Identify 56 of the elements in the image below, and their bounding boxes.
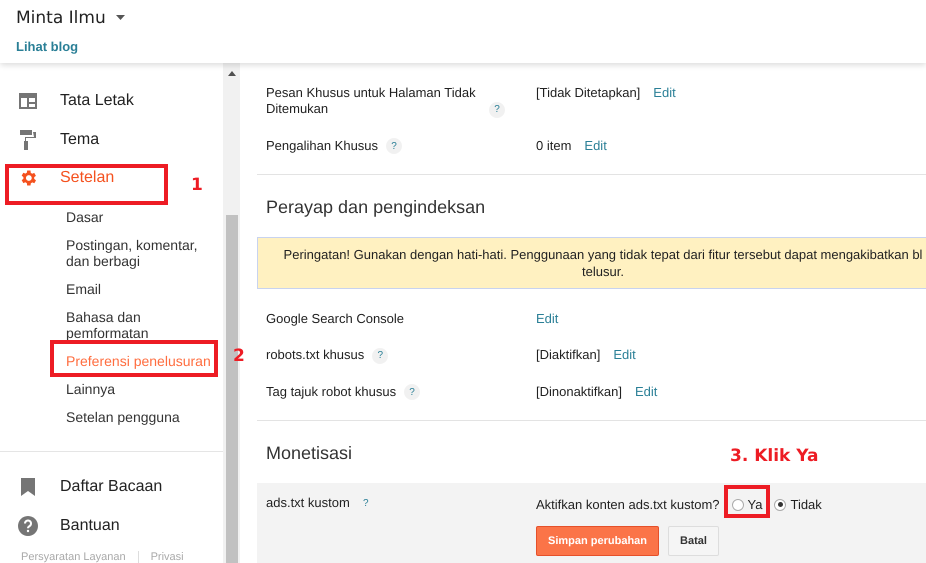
nav-subitem[interactable]: Preferensi penelusuran bbox=[66, 347, 211, 376]
nav-subitem[interactable]: Bahasa dan pemformatan bbox=[66, 303, 211, 348]
footer-link[interactable]: Privasi bbox=[150, 550, 184, 563]
nav-item[interactable]: Bantuan bbox=[0, 506, 130, 545]
help-badge[interactable]: ? bbox=[358, 496, 374, 512]
radio-button[interactable] bbox=[774, 498, 786, 511]
setting-value: [Diaktifkan] bbox=[536, 347, 600, 362]
edit-link[interactable]: Edit bbox=[635, 384, 658, 399]
edit-link[interactable]: Edit bbox=[613, 347, 636, 362]
step-label: 2 bbox=[233, 346, 245, 366]
step-label: 1 bbox=[191, 175, 203, 195]
radio-label: Tidak bbox=[790, 497, 822, 512]
warning-banner: Peringatan! Gunakan dengan hati-hati. Penggunaan yang tidak tepat dari fitur tersebut dapat mengakibatkan bl telusur. bbox=[257, 237, 926, 290]
nav-item[interactable]: Setelan bbox=[0, 158, 124, 198]
blog-title[interactable]: Minta Ilmu bbox=[16, 8, 106, 28]
help-icon bbox=[18, 516, 38, 536]
help-badge[interactable]: ? bbox=[386, 138, 402, 154]
setting-label: Google Search Console bbox=[266, 311, 404, 328]
footer-link[interactable]: Persyaratan Layanan bbox=[21, 550, 126, 563]
setting-value: [Tidak Ditetapkan] bbox=[536, 85, 640, 100]
setting-label: ads.txt kustom bbox=[266, 495, 350, 512]
radio-label: Ya bbox=[748, 497, 762, 512]
section-title: Perayap dan pengindeksan bbox=[266, 197, 486, 218]
paint-roller-icon bbox=[20, 130, 36, 150]
nav-item[interactable]: Daftar Bacaan bbox=[0, 468, 172, 507]
save-button[interactable]: Simpan perubahan bbox=[536, 526, 660, 556]
setting-value: [Dinonaktifkan] bbox=[536, 384, 622, 399]
nav-item[interactable]: Tata Letak bbox=[0, 82, 144, 120]
help-badge[interactable]: ? bbox=[404, 384, 420, 400]
radio-button[interactable] bbox=[732, 498, 744, 511]
scroll-up-icon[interactable] bbox=[228, 71, 236, 76]
setting-label: Pesan Khusus untuk Halaman Tidak Ditemukan bbox=[266, 85, 477, 117]
edit-link[interactable]: Edit bbox=[653, 85, 676, 100]
nav-subitem[interactable]: Setelan pengguna bbox=[66, 403, 180, 432]
edit-link[interactable]: Edit bbox=[584, 138, 607, 153]
nav-subitem[interactable]: Dasar bbox=[66, 203, 104, 232]
setting-label: Tag tajuk robot khusus bbox=[266, 384, 396, 400]
nav-subitem[interactable]: Lainnya bbox=[66, 375, 116, 404]
nav-subitem[interactable]: Email bbox=[66, 275, 102, 304]
dropdown-caret-icon[interactable] bbox=[116, 15, 125, 20]
view-blog-link[interactable]: Lihat blog bbox=[16, 38, 78, 54]
bookmark-icon bbox=[21, 478, 35, 496]
help-badge[interactable]: ? bbox=[372, 348, 388, 364]
step-label: 3. Klik Ya bbox=[730, 446, 818, 466]
question-text: Aktifkan konten ads.txt kustom? bbox=[536, 497, 720, 512]
layout-icon bbox=[19, 93, 37, 110]
highlight-frame bbox=[724, 485, 770, 518]
cancel-button[interactable]: Batal bbox=[668, 526, 719, 556]
setting-value: 0 item bbox=[536, 138, 572, 153]
section-title: Monetisasi bbox=[266, 443, 352, 464]
setting-label: Pengalihan Khusus bbox=[266, 138, 378, 154]
edit-link[interactable]: Edit bbox=[536, 311, 558, 326]
nav-item[interactable]: Tema bbox=[0, 120, 110, 159]
nav-subitem[interactable]: Postingan, komentar, dan berbagi bbox=[66, 231, 211, 276]
help-badge[interactable]: ? bbox=[489, 102, 505, 118]
setting-label: robots.txt khusus bbox=[266, 347, 364, 364]
